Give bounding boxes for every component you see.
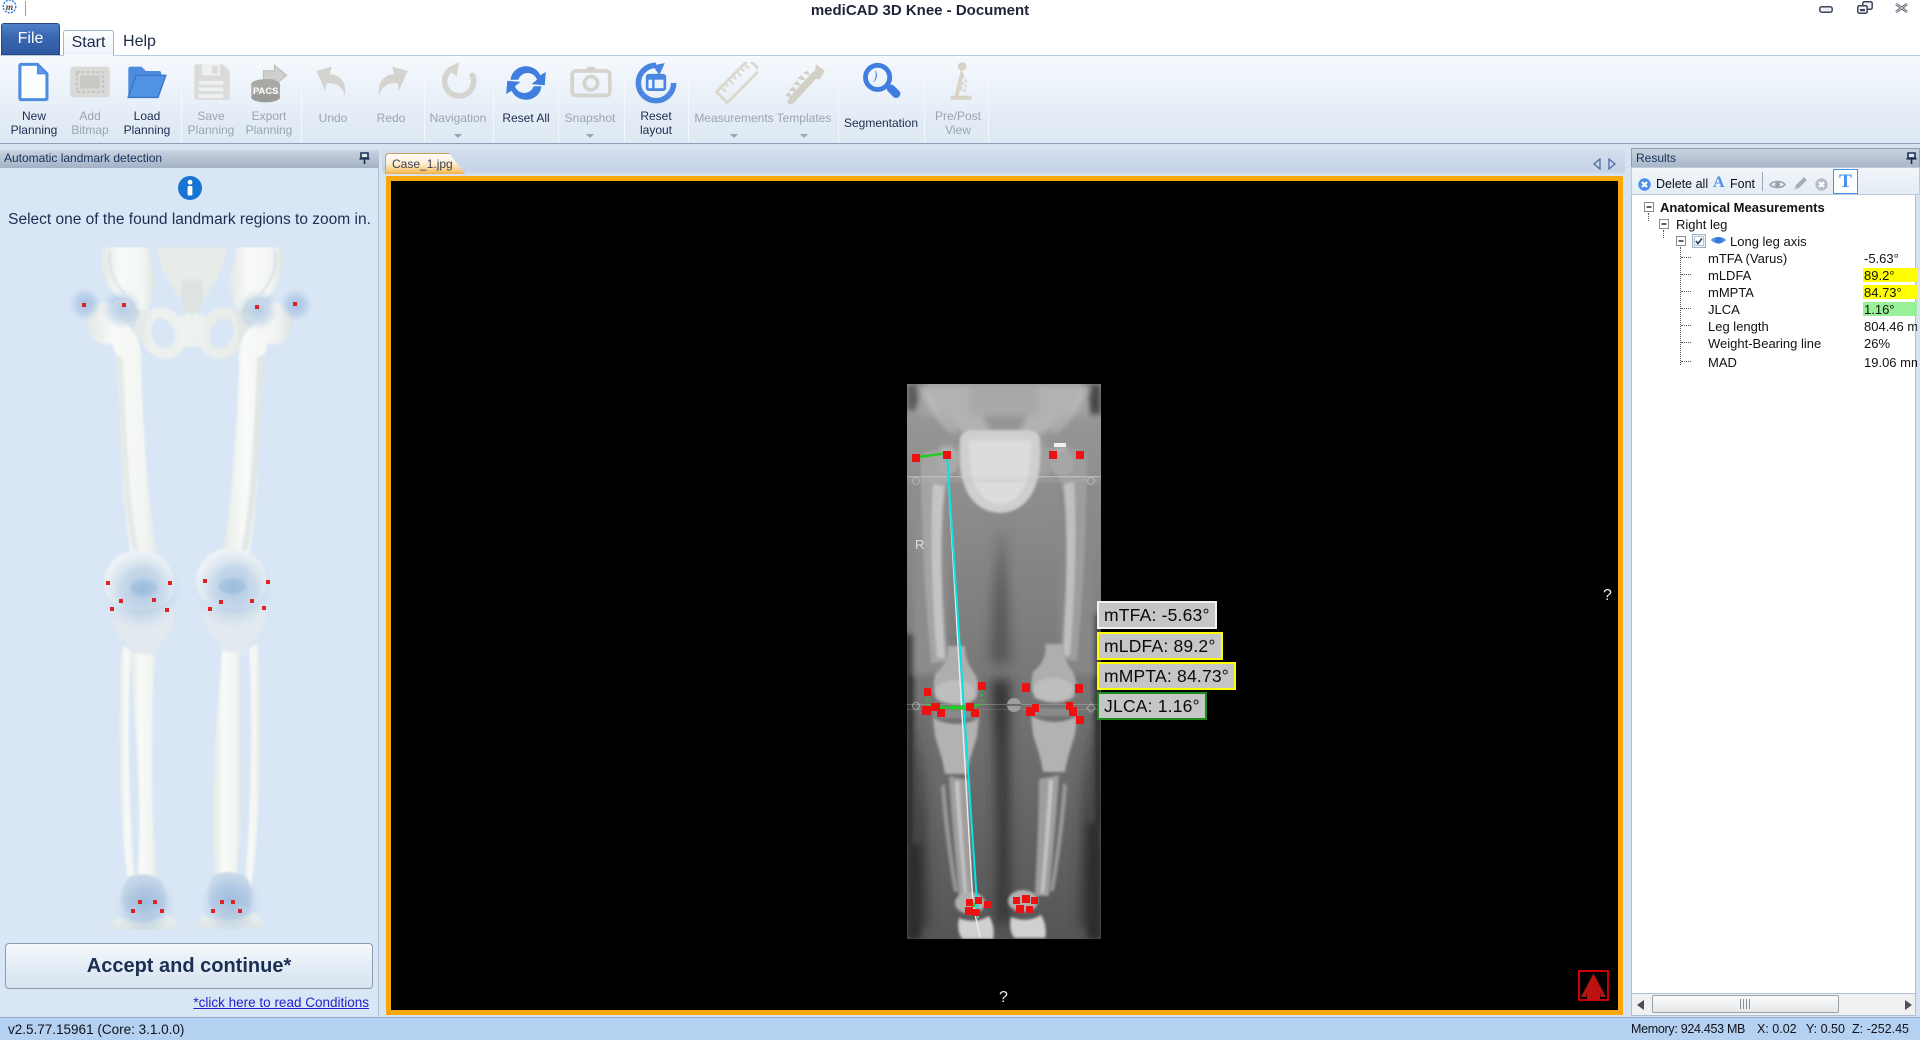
svg-text:R: R [915,537,924,552]
svg-text:PACS: PACS [253,85,278,96]
